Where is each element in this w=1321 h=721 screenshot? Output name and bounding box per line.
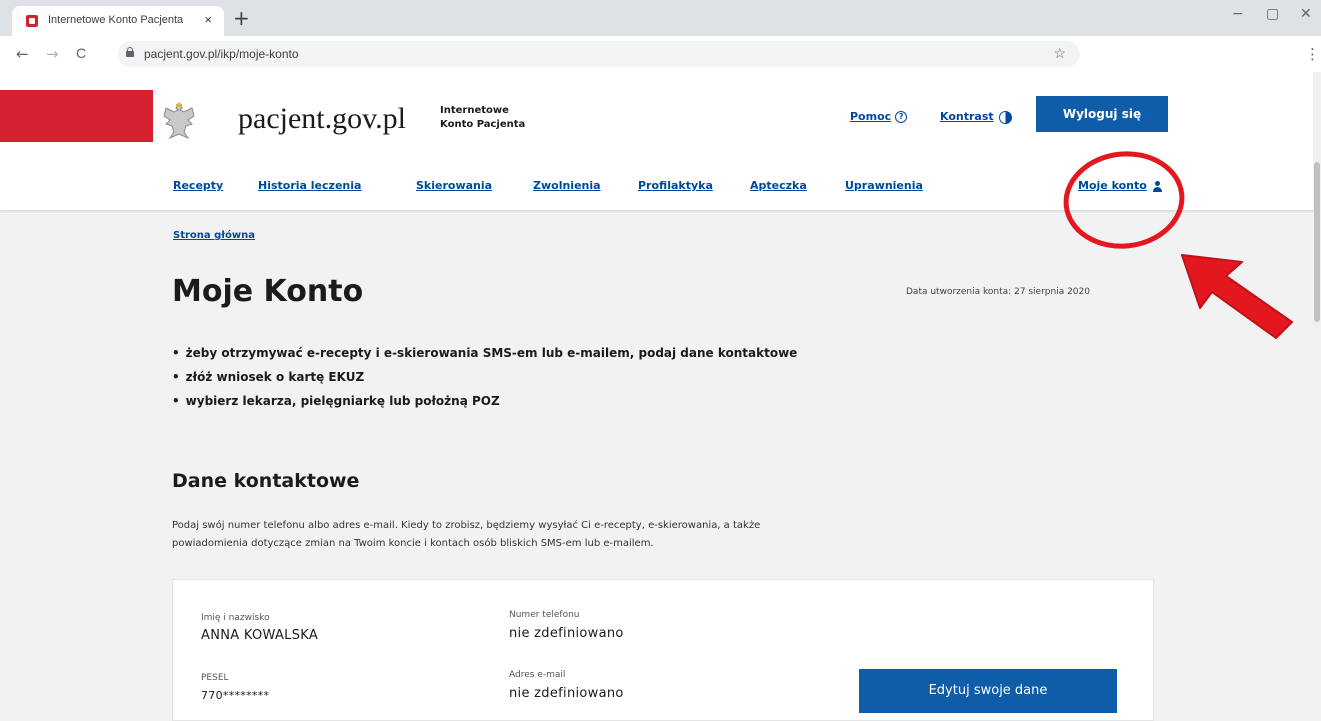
page-scrollbar[interactable] xyxy=(1313,72,1321,709)
pesel-value: 770******** xyxy=(201,689,270,702)
nav-item-moje-konto[interactable]: Moje konto xyxy=(1078,179,1163,192)
site-header: pacjent.gov.pl Internetowe Konto Pacjent… xyxy=(0,72,1321,163)
email-value: nie zdefiniowano xyxy=(509,686,624,701)
contact-section-description: Podaj swój numer telefonu albo adres e-m… xyxy=(172,517,932,553)
url-text[interactable]: pacjent.gov.pl/ikp/moje-konto xyxy=(144,47,299,61)
site-subtitle-line1: Internetowe xyxy=(440,105,509,116)
scrollbar-thumb[interactable] xyxy=(1314,162,1320,322)
list-item: wybierz lekarza, pielęgniarkę lub położn… xyxy=(172,392,797,416)
brand-red-bar xyxy=(0,90,153,142)
contact-description-line2: powiadomienia dotyczące zmian na Twoim k… xyxy=(172,538,654,549)
site-name[interactable]: pacjent.gov.pl xyxy=(238,102,406,136)
site-subtitle: Internetowe Konto Pacjenta xyxy=(440,104,525,132)
contrast-link-label: Kontrast xyxy=(940,110,994,123)
help-link-label: Pomoc xyxy=(850,110,892,123)
site-favicon-icon xyxy=(26,15,38,27)
lock-icon xyxy=(126,47,134,57)
nav-item-recepty[interactable]: Recepty xyxy=(173,179,223,192)
nav-item-moje-konto-label: Moje konto xyxy=(1078,179,1147,192)
address-bar[interactable]: pacjent.gov.pl/ikp/moje-konto ☆ xyxy=(118,41,1080,67)
contrast-link[interactable]: Kontrast xyxy=(940,110,1012,124)
nav-item-zwolnienia[interactable]: Zwolnienia xyxy=(533,179,601,192)
list-item: żeby otrzymywać e-recepty i e-skierowani… xyxy=(172,344,798,368)
tab-title: Internetowe Konto Pacjenta xyxy=(48,14,184,26)
minimize-icon[interactable]: − xyxy=(1232,6,1244,22)
new-tab-icon[interactable]: + xyxy=(233,6,250,30)
nav-item-historia-leczenia[interactable]: Historia leczenia xyxy=(258,179,361,192)
nav-item-apteczka[interactable]: Apteczka xyxy=(750,179,807,192)
account-created-date: Data utworzenia konta: 27 sierpnia 2020 xyxy=(906,287,1090,297)
nav-item-skierowania[interactable]: Skierowania xyxy=(416,179,492,192)
browser-tab[interactable]: Internetowe Konto Pacjenta × xyxy=(12,6,224,36)
browser-toolbar: ← → C pacjent.gov.pl/ikp/moje-konto ☆ ⋮ xyxy=(0,36,1321,73)
maximize-icon[interactable]: ▢ xyxy=(1266,6,1279,22)
pesel-label: PESEL xyxy=(201,673,229,683)
forward-arrow-icon[interactable]: → xyxy=(46,45,59,63)
help-link[interactable]: Pomoc? xyxy=(850,110,908,123)
bookmark-star-icon[interactable]: ☆ xyxy=(1053,45,1066,62)
window-close-icon[interactable]: ✕ xyxy=(1300,6,1312,22)
back-arrow-icon[interactable]: ← xyxy=(16,45,29,63)
tab-close-icon[interactable]: × xyxy=(204,12,212,27)
annotation-arrow-icon xyxy=(1181,254,1293,339)
name-label: Imię i nazwisko xyxy=(201,613,270,623)
logout-button[interactable]: Wyloguj się xyxy=(1036,96,1168,132)
person-icon xyxy=(1152,180,1163,192)
contact-section-title: Dane kontaktowe xyxy=(172,470,360,492)
list-item: złóż wniosek o kartę EKUZ xyxy=(172,368,797,392)
name-value: ANNA KOWALSKA xyxy=(201,628,319,643)
breadcrumb-home[interactable]: Strona główna xyxy=(173,230,255,241)
browser-tab-bar: Internetowe Konto Pacjenta × + − ▢ ✕ xyxy=(0,0,1321,36)
site-subtitle-line2: Konto Pacjenta xyxy=(440,119,526,130)
page-title: Moje Konto xyxy=(172,274,364,309)
polish-eagle-icon xyxy=(163,102,195,140)
contact-data-card: Imię i nazwisko ANNA KOWALSKA PESEL 770*… xyxy=(172,579,1154,721)
nav-item-uprawnienia[interactable]: Uprawnienia xyxy=(845,179,923,192)
reload-icon[interactable]: C xyxy=(76,45,86,61)
main-navigation: Recepty Historia leczenia Skierowania Zw… xyxy=(0,162,1321,211)
browser-menu-icon[interactable]: ⋮ xyxy=(1305,45,1320,63)
edit-data-button[interactable]: Edytuj swoje dane xyxy=(859,669,1117,713)
feature-list: żeby otrzymywać e-recepty i e-skierowani… xyxy=(172,344,798,416)
email-label: Adres e-mail xyxy=(509,670,566,680)
help-circle-icon: ? xyxy=(895,111,908,123)
contact-description-line1: Podaj swój numer telefonu albo adres e-m… xyxy=(172,520,761,531)
phone-label: Numer telefonu xyxy=(509,610,580,620)
nav-item-profilaktyka[interactable]: Profilaktyka xyxy=(638,179,713,192)
phone-value: nie zdefiniowano xyxy=(509,626,624,641)
contrast-icon xyxy=(998,110,1012,124)
